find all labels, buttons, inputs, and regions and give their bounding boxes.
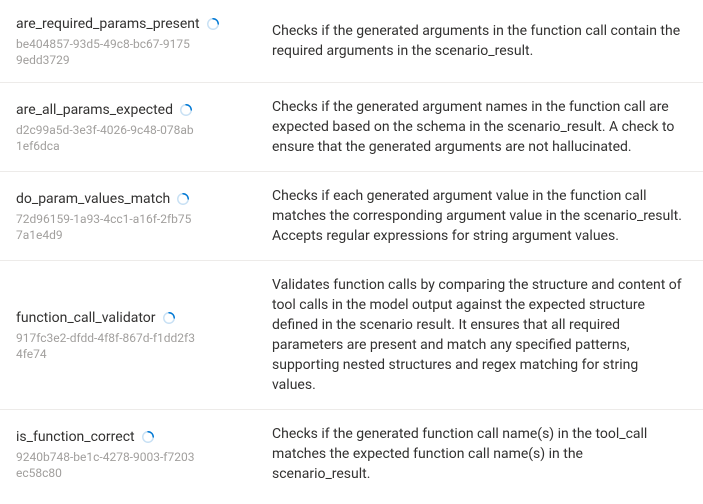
item-name[interactable]: are_all_params_expected [16, 100, 173, 120]
list-item[interactable]: are_all_params_expected d2c99a5d-3e3f-40… [0, 83, 703, 172]
item-name[interactable]: function_call_validator [16, 308, 156, 328]
item-description: Checks if the generated arguments in the… [272, 21, 683, 61]
item-uuid: 72d96159-1a93-4cc1-a16f-2fb757a1e4d9 [16, 211, 196, 243]
item-meta: function_call_validator 917fc3e2-dfdd-4f… [16, 308, 248, 362]
item-uuid: 917fc3e2-dfdd-4f8f-867d-f1dd2f34fe74 [16, 330, 196, 362]
item-description: Checks if the generated argument names i… [272, 97, 683, 157]
item-meta: are_all_params_expected d2c99a5d-3e3f-40… [16, 100, 248, 154]
spinner-icon [162, 311, 176, 325]
item-name[interactable]: are_required_params_present [16, 14, 200, 34]
validator-list: are_required_params_present be404857-93d… [0, 0, 703, 498]
spinner-icon [179, 103, 193, 117]
item-description: Checks if each generated argument value … [272, 186, 683, 246]
item-meta: do_param_values_match 72d96159-1a93-4cc1… [16, 189, 248, 243]
list-item[interactable]: do_param_values_match 72d96159-1a93-4cc1… [0, 172, 703, 261]
item-meta: is_function_correct 9240b748-be1c-4278-9… [16, 427, 248, 481]
spinner-icon [141, 430, 155, 444]
item-name-line: is_function_correct [16, 427, 248, 447]
item-name[interactable]: do_param_values_match [16, 189, 170, 209]
spinner-icon [206, 17, 220, 31]
item-name-line: do_param_values_match [16, 189, 248, 209]
list-item[interactable]: is_function_correct 9240b748-be1c-4278-9… [0, 410, 703, 498]
spinner-icon [176, 192, 190, 206]
item-meta: are_required_params_present be404857-93d… [16, 14, 248, 68]
item-name-line: are_all_params_expected [16, 100, 248, 120]
item-uuid: d2c99a5d-3e3f-4026-9c48-078ab1ef6dca [16, 122, 196, 154]
item-uuid: 9240b748-be1c-4278-9003-f7203ec58c80 [16, 449, 196, 481]
item-description: Checks if the generated function call na… [272, 424, 683, 484]
list-item[interactable]: are_required_params_present be404857-93d… [0, 0, 703, 83]
item-name-line: function_call_validator [16, 308, 248, 328]
item-uuid: be404857-93d5-49c8-bc67-91759edd3729 [16, 36, 196, 68]
item-name-line: are_required_params_present [16, 14, 248, 34]
item-description: Validates function calls by comparing th… [272, 275, 683, 395]
item-name[interactable]: is_function_correct [16, 427, 135, 447]
list-item[interactable]: function_call_validator 917fc3e2-dfdd-4f… [0, 261, 703, 410]
